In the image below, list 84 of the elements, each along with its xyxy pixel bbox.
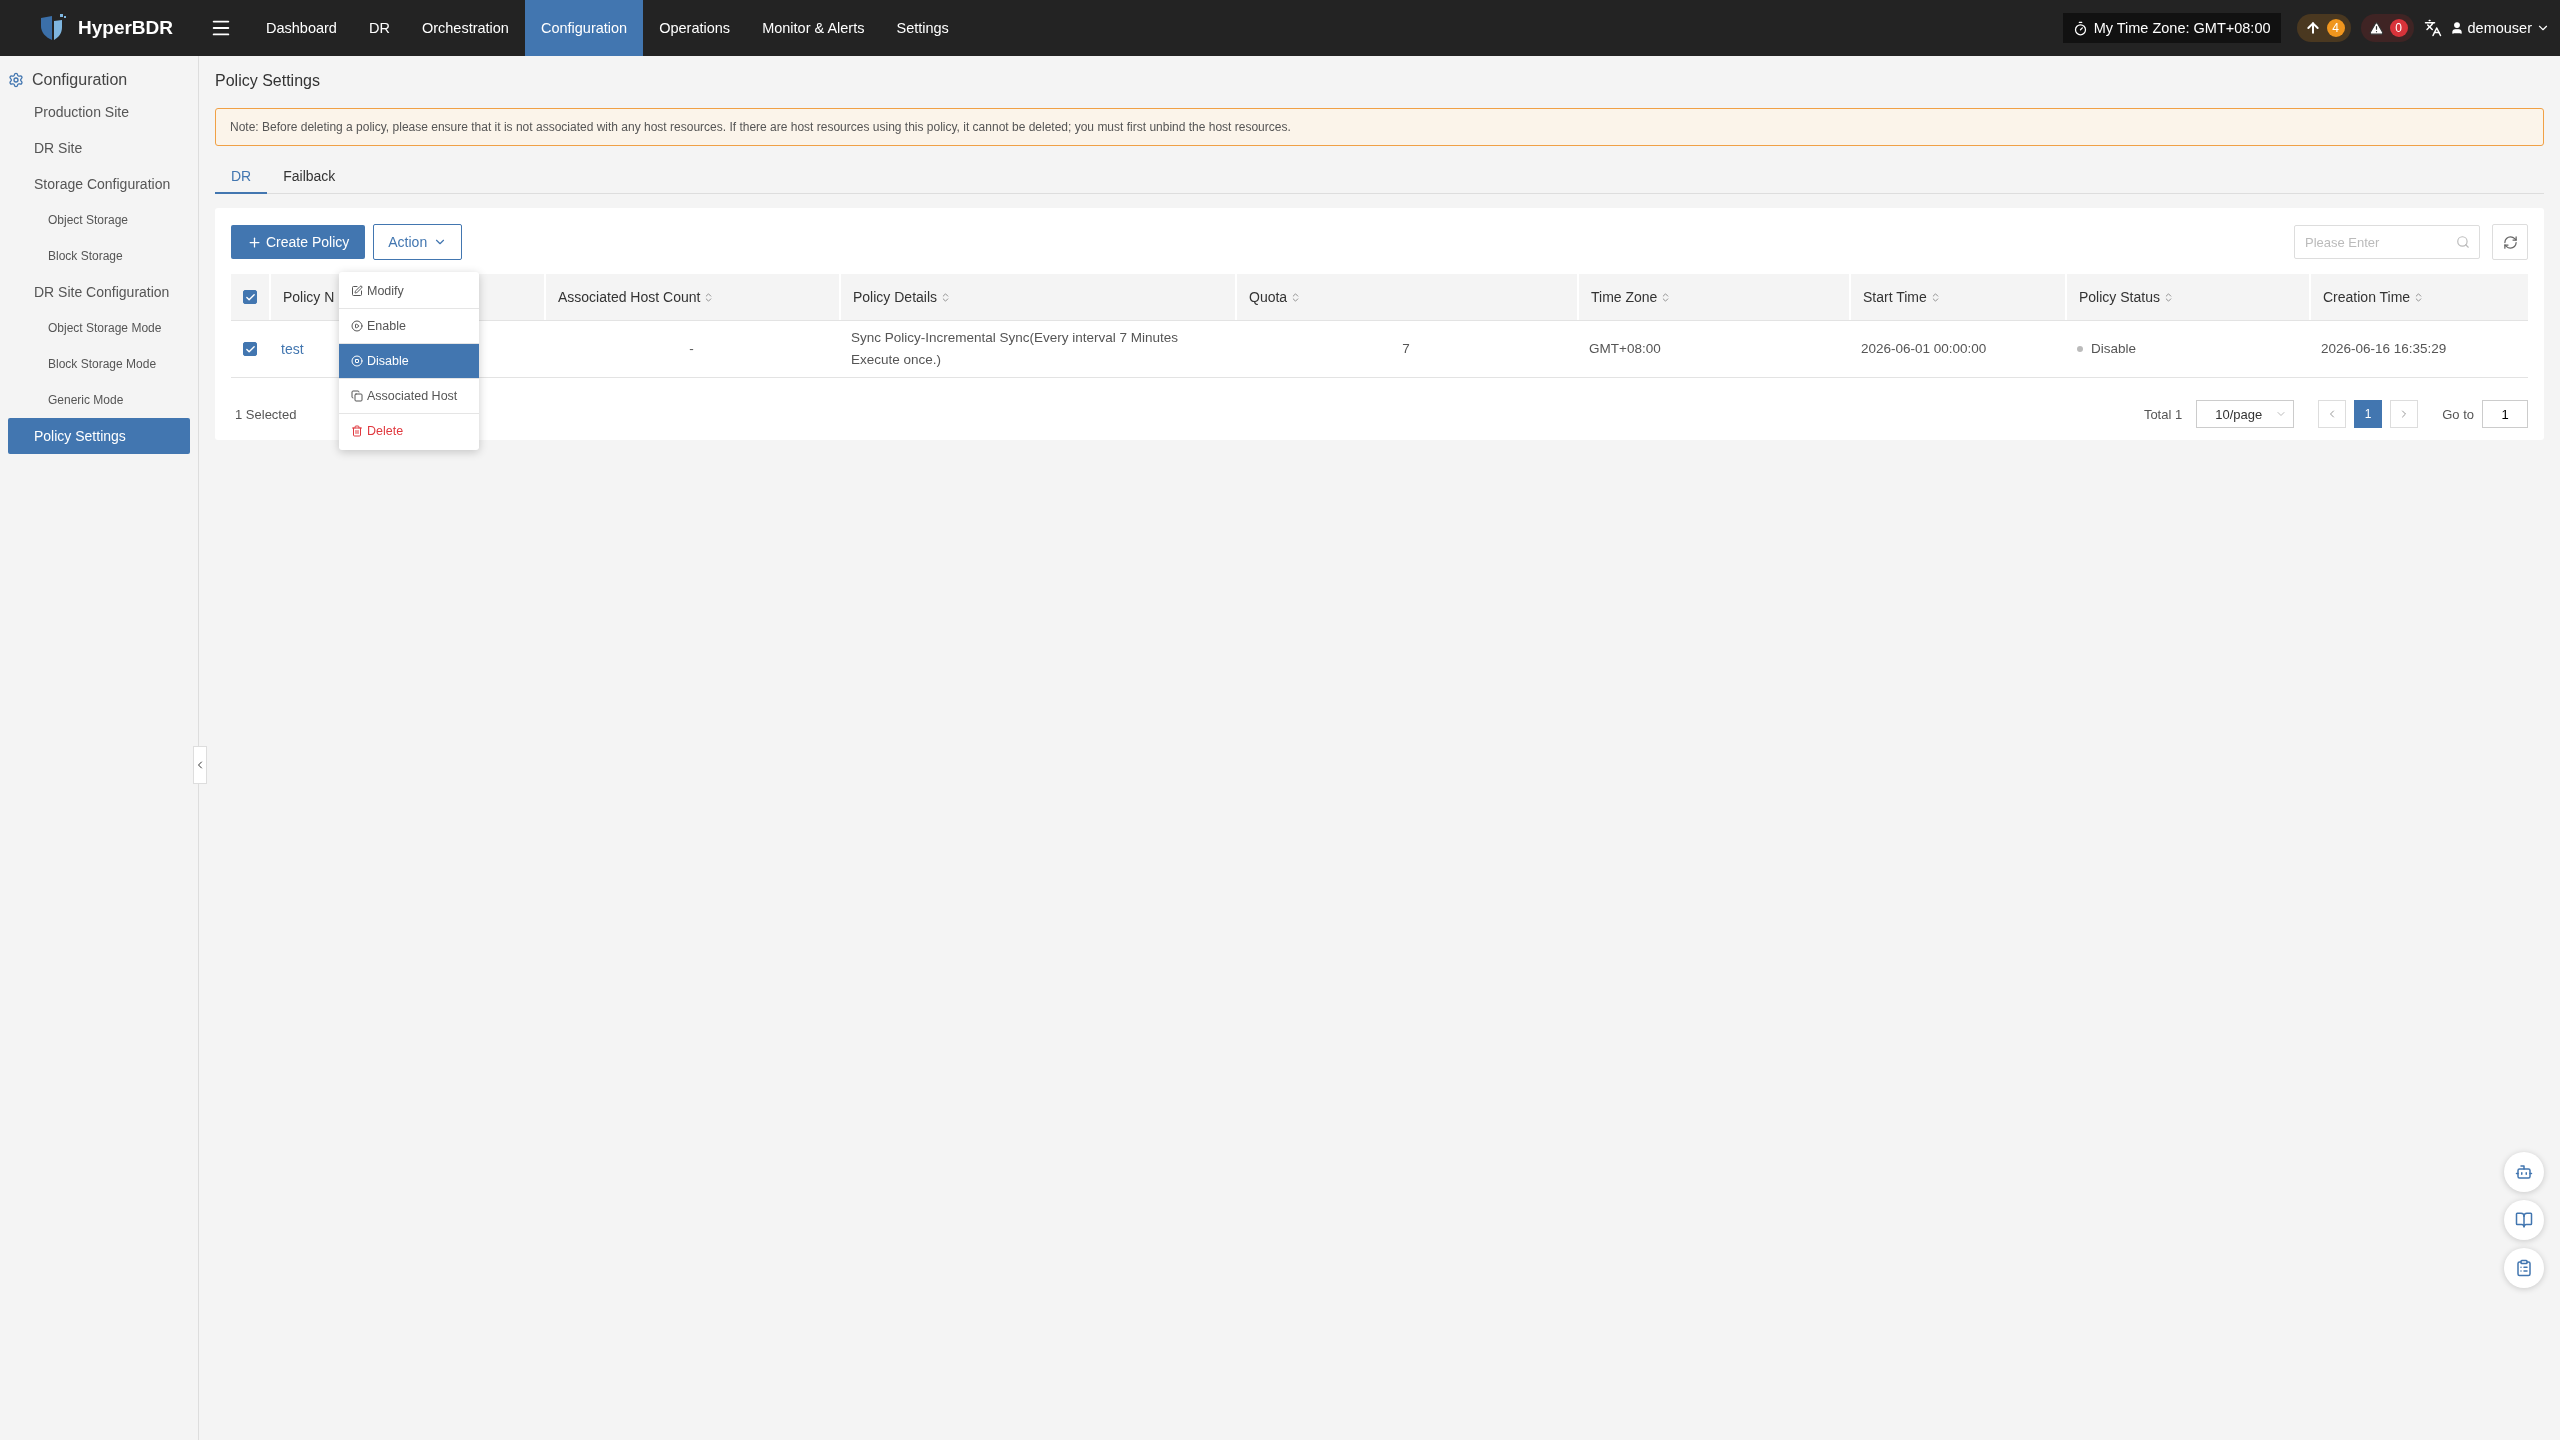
menu-item[interactable]: Enable: [339, 309, 479, 344]
notes-button[interactable]: [2504, 1248, 2544, 1288]
timer-icon: [2072, 20, 2088, 36]
sidebar-item[interactable]: Block Storage: [8, 238, 190, 274]
sidebar-item[interactable]: Generic Mode: [8, 382, 190, 418]
sidebar-item[interactable]: DR Site Configuration: [8, 274, 190, 310]
menu-item[interactable]: Delete: [339, 414, 479, 448]
page-size-select[interactable]: 10/page: [2196, 400, 2295, 428]
column-header: Creation Time: [2323, 289, 2411, 305]
column-header: Start Time: [1863, 289, 1927, 305]
nav-tab[interactable]: Operations: [643, 0, 747, 56]
search-icon: [2456, 235, 2470, 249]
menu-item-icon: [351, 390, 363, 402]
tab[interactable]: Failback: [267, 162, 352, 194]
create-policy-button[interactable]: Create Policy: [231, 225, 366, 259]
sidebar-item[interactable]: DR Site: [8, 130, 190, 166]
goto-field[interactable]: 1: [2482, 400, 2528, 428]
menu-item-icon: [351, 285, 363, 297]
alert-badge[interactable]: 0: [2360, 14, 2414, 42]
table-cell-text: 2026-06-01 00:00:00: [1861, 340, 1987, 359]
table-cell-text: 7: [1402, 340, 1410, 359]
sidebar-item[interactable]: Object Storage Mode: [8, 310, 190, 346]
alert-count: 0: [2389, 19, 2408, 37]
column-header: Time Zone: [1591, 289, 1658, 305]
total-count: Total 1: [2143, 406, 2183, 422]
select-all-checkbox[interactable]: [243, 290, 257, 304]
sidebar-item[interactable]: Policy Settings: [8, 418, 190, 454]
sidebar-item[interactable]: Block Storage Mode: [8, 346, 190, 382]
nav-tab[interactable]: Dashboard: [250, 0, 353, 56]
menu-item[interactable]: Modify: [339, 274, 479, 309]
column-header: Policy N: [283, 289, 335, 305]
nav-tab[interactable]: Orchestration: [405, 0, 525, 56]
tab[interactable]: DR: [215, 162, 268, 194]
selection-count: 1 Selected: [235, 406, 297, 422]
sidebar-title: Configuration: [32, 71, 128, 89]
table-cell-text: GMT+08:00: [1589, 340, 1661, 359]
column-header: Policy Status: [2079, 289, 2160, 305]
table-cell-text: 2026-06-16 16:35:29: [2321, 340, 2447, 359]
table-cell-text: -: [689, 340, 694, 359]
sidebar-item[interactable]: Storage Configuration: [8, 166, 190, 202]
language-icon[interactable]: [2423, 19, 2442, 37]
column-header: Associated Host Count: [558, 289, 701, 305]
search-field[interactable]: Please Enter: [2294, 225, 2480, 259]
nav-tab[interactable]: Settings: [880, 0, 965, 56]
assistant-button[interactable]: [2504, 1152, 2544, 1192]
note-banner: Note: Before deleting a policy, please ensure that it is not associated with any host resources. If there are host resources using this policy, it cannot be deleted; you must first unbind the host resources.: [215, 108, 2544, 146]
guide-button[interactable]: [2504, 1200, 2544, 1240]
policy-link[interactable]: test: [281, 337, 304, 361]
sidebar-item[interactable]: Object Storage: [8, 202, 190, 238]
timezone-label[interactable]: My Time Zone: GMT+08:00: [2062, 13, 2281, 43]
collapse-handle[interactable]: [193, 746, 207, 784]
status-dot: [2077, 346, 2083, 352]
app-name: HyperBDR: [78, 17, 174, 39]
gear-icon: [8, 72, 24, 88]
nav-tab[interactable]: DR: [352, 0, 406, 56]
refresh-icon: [2502, 234, 2518, 250]
shield-logo-icon: [38, 13, 68, 43]
nav-tab[interactable]: Monitor & Alerts: [746, 0, 881, 56]
menu-item[interactable]: Associated Host: [339, 379, 479, 414]
goto-label: Go to: [2442, 406, 2474, 422]
warning-icon: [2368, 20, 2384, 36]
clipboard-icon: [2515, 1259, 2533, 1277]
page-title: Policy Settings: [215, 72, 321, 90]
plus-icon: [247, 234, 262, 250]
timezone-text: My Time Zone: GMT+08:00: [2093, 20, 2271, 36]
column-header: Policy Details: [853, 289, 938, 305]
sidebar-item[interactable]: Production Site: [8, 94, 190, 130]
menu-item-icon: [351, 320, 363, 332]
menu-item[interactable]: Disable: [339, 344, 479, 379]
menu-item-icon: [351, 355, 363, 367]
book-icon: [2515, 1211, 2533, 1229]
page-button[interactable]: 1: [2354, 400, 2383, 428]
nav-tab[interactable]: Configuration: [524, 0, 644, 56]
table-cell-text: Sync Policy-Incremental Sync(Every interval 7 Minutes Execute once.): [851, 329, 1180, 369]
table-cell-text: Disable: [2091, 340, 2137, 359]
upload-count: 4: [2326, 19, 2345, 37]
row-checkbox[interactable]: [243, 342, 257, 356]
action-button[interactable]: Action: [373, 224, 463, 260]
menu-item-icon: [351, 425, 363, 437]
refresh-button[interactable]: [2492, 224, 2528, 260]
robot-icon: [2515, 1163, 2533, 1181]
user-menu[interactable]: demouser: [2449, 20, 2550, 36]
column-header: Quota: [1249, 289, 1288, 305]
user-icon: [2449, 21, 2464, 35]
